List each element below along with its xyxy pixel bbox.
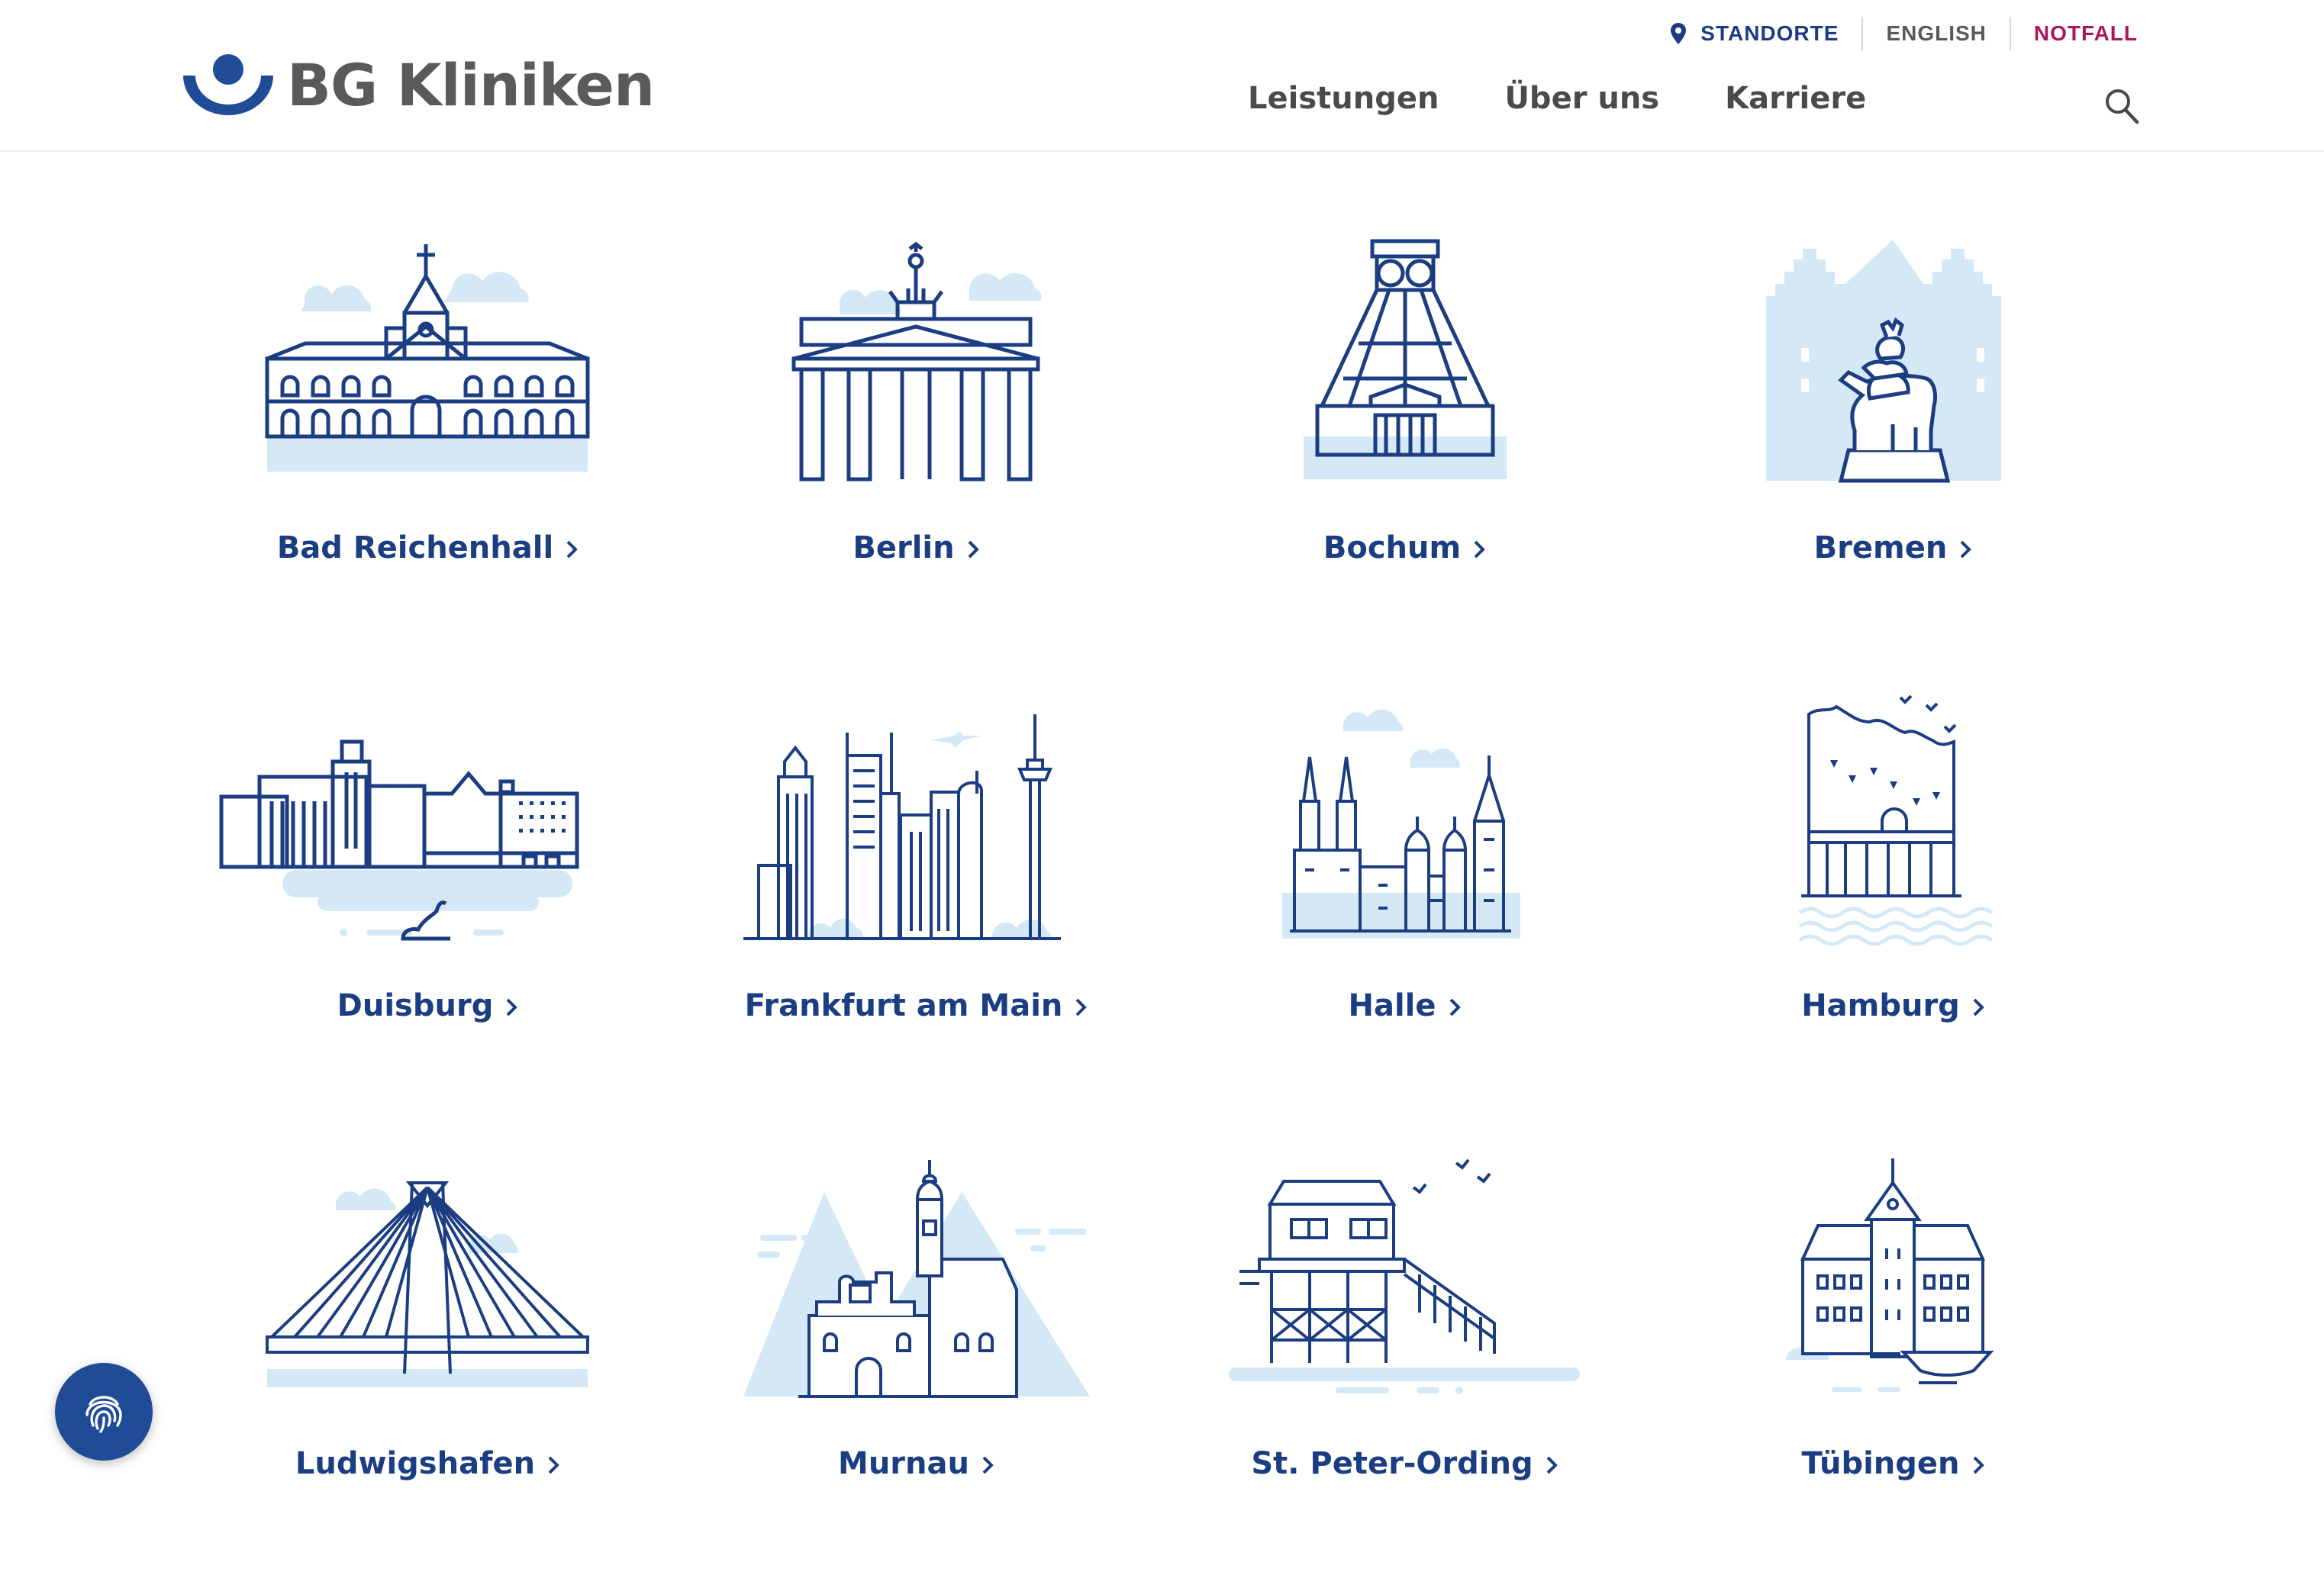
bad-reichenhall-illustration-icon: [265, 244, 590, 472]
location-card-hamburg[interactable]: Hamburg: [1649, 687, 2137, 1114]
murnau-illustration-icon: [743, 1160, 1090, 1398]
location-label: St. Peter-Ording: [1160, 1446, 1649, 1481]
duisburg-illustration-icon: [219, 739, 579, 941]
notfall-link[interactable]: NOTFALL: [2009, 17, 2138, 50]
location-label: Berlin: [672, 530, 1160, 565]
location-card-st-peter-ording[interactable]: St. Peter-Ording: [1160, 1145, 1649, 1572]
location-label: Murnau: [672, 1446, 1160, 1481]
location-card-bremen[interactable]: Bremen: [1649, 229, 2137, 656]
frankfurt-illustration-icon: [743, 714, 1061, 940]
standorte-link[interactable]: STANDORTE: [1647, 17, 1861, 50]
notfall-label: NOTFALL: [2033, 21, 2138, 45]
ludwigshafen-illustration-icon: [266, 1181, 589, 1387]
chevron-right-icon: [1449, 998, 1461, 1016]
berlin-illustration-icon: [791, 241, 1042, 482]
location-card-bochum[interactable]: Bochum: [1160, 229, 1649, 656]
location-label: Duisburg: [183, 988, 672, 1023]
logo-mark-icon: [183, 54, 273, 115]
st-peter-ording-illustration-icon: [1229, 1158, 1580, 1394]
location-card-tuebingen[interactable]: Tübingen: [1649, 1145, 2137, 1572]
chevron-right-icon: [1973, 1456, 1984, 1474]
brand-logo[interactable]: BG Kliniken: [182, 47, 655, 124]
location-label: Tübingen: [1649, 1446, 2137, 1481]
utility-nav: STANDORTE ENGLISH NOTFALL: [1647, 17, 2138, 50]
location-card-halle[interactable]: Halle: [1160, 687, 1649, 1114]
chevron-right-icon: [968, 540, 979, 559]
chevron-right-icon: [1474, 540, 1485, 559]
bremen-illustration-icon: [1766, 240, 2001, 483]
halle-illustration-icon: [1282, 709, 1520, 939]
brand-name: BG Kliniken: [287, 51, 655, 119]
site-header: BG Kliniken STANDORTE ENGLISH NOTFALL Le…: [0, 0, 2324, 152]
location-card-murnau[interactable]: Murnau: [672, 1145, 1160, 1572]
location-label: Ludwigshafen: [183, 1446, 672, 1481]
location-card-frankfurt[interactable]: Frankfurt am Main: [672, 687, 1160, 1114]
nav-item-ueber-uns[interactable]: Über uns: [1504, 81, 1659, 116]
bochum-illustration-icon: [1304, 239, 1507, 479]
location-card-berlin[interactable]: Berlin: [672, 229, 1160, 656]
main-nav: Leistungen Über uns Karriere: [1248, 81, 1866, 116]
nav-item-karriere[interactable]: Karriere: [1725, 81, 1866, 116]
location-label: Hamburg: [1649, 988, 2137, 1023]
location-pin-icon: [1671, 23, 1687, 44]
fingerprint-icon: [85, 1396, 122, 1433]
chevron-right-icon: [548, 1456, 559, 1474]
chevron-right-icon: [1973, 998, 1984, 1016]
location-label: Bad Reichenhall: [183, 530, 672, 565]
privacy-settings-button[interactable]: [55, 1363, 153, 1461]
location-label: Frankfurt am Main: [672, 988, 1160, 1023]
location-card-bad-reichenhall[interactable]: Bad Reichenhall: [183, 229, 672, 656]
chevron-right-icon: [1075, 998, 1088, 1016]
english-link[interactable]: ENGLISH: [1861, 17, 2009, 50]
english-label: ENGLISH: [1886, 21, 1987, 45]
location-label: Bremen: [1649, 530, 2137, 565]
chevron-right-icon: [982, 1456, 994, 1474]
standorte-label: STANDORTE: [1700, 21, 1839, 45]
chevron-right-icon: [1960, 540, 1972, 559]
chevron-right-icon: [566, 540, 579, 559]
location-card-ludwigshafen[interactable]: Ludwigshafen: [183, 1145, 672, 1572]
chevron-right-icon: [1546, 1456, 1558, 1474]
location-label: Bochum: [1160, 530, 1649, 565]
nav-item-leistungen[interactable]: Leistungen: [1248, 81, 1439, 116]
hamburg-illustration-icon: [1798, 694, 1994, 946]
location-label: Halle: [1160, 988, 1649, 1023]
search-icon[interactable]: [2103, 87, 2140, 125]
location-card-duisburg[interactable]: Duisburg: [183, 687, 672, 1114]
chevron-right-icon: [506, 998, 518, 1016]
tuebingen-illustration-icon: [1786, 1158, 1994, 1392]
